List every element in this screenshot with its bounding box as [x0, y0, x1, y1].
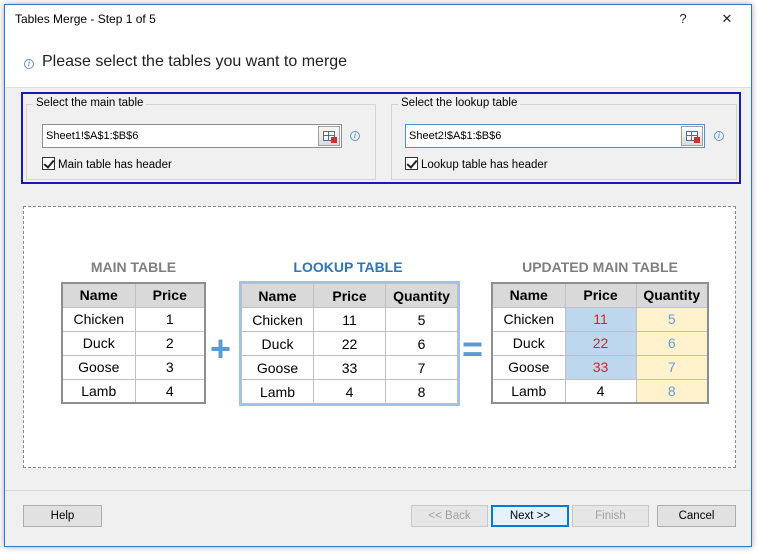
title-bar: Tables Merge - Step 1 of 5 ? ✕	[5, 5, 751, 33]
table-header: Name	[61, 282, 136, 308]
table-selection-area: Select the main table Sheet1!$A$1:$B$6 i…	[21, 92, 741, 184]
main-table-range-input[interactable]: Sheet1!$A$1:$B$6	[42, 124, 342, 148]
table-cell: 4	[313, 379, 386, 404]
table-cell: 7	[385, 355, 458, 380]
table-cell: Lamb	[61, 378, 136, 404]
table-header: Price	[313, 283, 386, 308]
table-cell: 33	[564, 354, 637, 380]
table-cell: Chicken	[241, 307, 314, 332]
table-cell: 8	[385, 379, 458, 404]
table-cell: 8	[635, 378, 709, 404]
merge-preview-illustration: MAIN TABLE Name Price Chicken 1 Duck 2 Goo…	[23, 206, 736, 468]
main-table-caption: MAIN TABLE	[90, 259, 177, 275]
help-button[interactable]: Help	[23, 505, 102, 527]
table-cell: 7	[635, 354, 709, 380]
table-cell: 4	[564, 378, 637, 404]
step-heading: Please select the tables you want to mer…	[42, 53, 348, 70]
table-cell: 22	[313, 331, 386, 356]
cancel-button[interactable]: Cancel	[657, 505, 736, 527]
table-cell: Lamb	[491, 378, 566, 404]
step-header: i Please select the tables you want to m…	[5, 33, 751, 88]
table-row: Goose 33 7	[491, 354, 709, 380]
table-row: Goose 33 7	[241, 355, 458, 380]
table-row: Chicken 1	[61, 306, 206, 332]
lookup-table-header-checkbox[interactable]: Lookup table has header	[405, 157, 548, 171]
table-header: Quantity	[635, 282, 709, 308]
lookup-table-caption: LOOKUP TABLE	[293, 259, 403, 275]
footer-divider	[5, 490, 751, 491]
checkbox-checked-icon[interactable]	[42, 157, 55, 170]
help-title-button[interactable]: ?	[661, 5, 705, 33]
table-cell: Duck	[491, 330, 566, 356]
table-cell: 5	[635, 306, 709, 332]
plus-operator: +	[210, 328, 232, 369]
table-cell: Chicken	[61, 306, 136, 332]
table-cell: 11	[313, 307, 386, 332]
updated-table-caption: UPDATED MAIN TABLE	[522, 259, 678, 275]
table-row: Chicken 11 5	[491, 306, 709, 332]
table-header: Quantity	[385, 283, 458, 308]
lookup-table-range-input[interactable]: Sheet2!$A$1:$B$6	[405, 124, 705, 148]
table-cell: 22	[564, 330, 637, 356]
table-cell: 1	[134, 306, 206, 332]
lookup-table-preview: Name Price Quantity Chicken 11 5 Duck 22 6 G…	[239, 281, 460, 406]
info-icon[interactable]: i	[714, 131, 724, 141]
info-icon[interactable]: i	[350, 131, 360, 141]
table-cell: 3	[134, 354, 206, 380]
main-table-legend: Select the main table	[33, 97, 147, 109]
table-cell: Goose	[61, 354, 136, 380]
lookup-table-range-value: Sheet2!$A$1:$B$6	[409, 130, 502, 142]
table-header: Price	[134, 282, 206, 308]
table-cell: 33	[313, 355, 386, 380]
table-cell: Duck	[241, 331, 314, 356]
table-cell: Lamb	[241, 379, 314, 404]
table-row: Duck 22 6	[491, 330, 709, 356]
table-cell: 4	[134, 378, 206, 404]
main-table-group: Select the main table Sheet1!$A$1:$B$6 i…	[26, 97, 376, 180]
table-header: Name	[241, 283, 314, 308]
tables-merge-dialog: Tables Merge - Step 1 of 5 ? ✕ i Please …	[4, 4, 752, 547]
table-cell: 6	[385, 331, 458, 356]
next-button[interactable]: Next >>	[491, 505, 569, 527]
table-header: Name	[491, 282, 566, 308]
main-table-range-value: Sheet1!$A$1:$B$6	[46, 130, 139, 142]
table-cell: Goose	[241, 355, 314, 380]
table-cell: Goose	[491, 354, 566, 380]
table-row: Duck 2	[61, 330, 206, 356]
lookup-table-group: Select the lookup table Sheet2!$A$1:$B$6…	[391, 97, 737, 180]
table-cell: 2	[134, 330, 206, 356]
updated-table-preview: Name Price Quantity Chicken 11 5 Duck 22 6 G…	[491, 282, 709, 404]
table-row: Lamb 4 8	[491, 378, 709, 404]
table-cell: Chicken	[491, 306, 566, 332]
finish-button[interactable]: Finish	[572, 505, 649, 527]
main-table-header-label: Main table has header	[58, 159, 172, 171]
window-title: Tables Merge - Step 1 of 5	[15, 12, 156, 26]
range-select-icon[interactable]	[318, 126, 340, 146]
equals-operator: =	[462, 328, 484, 369]
main-table-preview: Name Price Chicken 1 Duck 2 Goose 3 Lamb 4	[61, 282, 206, 404]
table-header: Price	[564, 282, 637, 308]
table-row: Lamb 4 8	[241, 379, 458, 404]
table-cell: Duck	[61, 330, 136, 356]
table-row: Goose 3	[61, 354, 206, 380]
close-button[interactable]: ✕	[705, 5, 749, 33]
range-select-icon[interactable]	[681, 126, 703, 146]
back-button[interactable]: << Back	[411, 505, 488, 527]
checkbox-checked-icon[interactable]	[405, 157, 418, 170]
table-cell: 5	[385, 307, 458, 332]
lookup-table-legend: Select the lookup table	[398, 97, 521, 109]
table-row: Chicken 11 5	[241, 307, 458, 332]
lookup-table-header-label: Lookup table has header	[421, 159, 548, 171]
main-table-header-checkbox[interactable]: Main table has header	[42, 157, 172, 171]
table-row: Lamb 4	[61, 378, 206, 404]
info-icon: i	[24, 59, 34, 69]
table-cell: 6	[635, 330, 709, 356]
table-cell: 11	[564, 306, 637, 332]
table-row: Duck 22 6	[241, 331, 458, 356]
